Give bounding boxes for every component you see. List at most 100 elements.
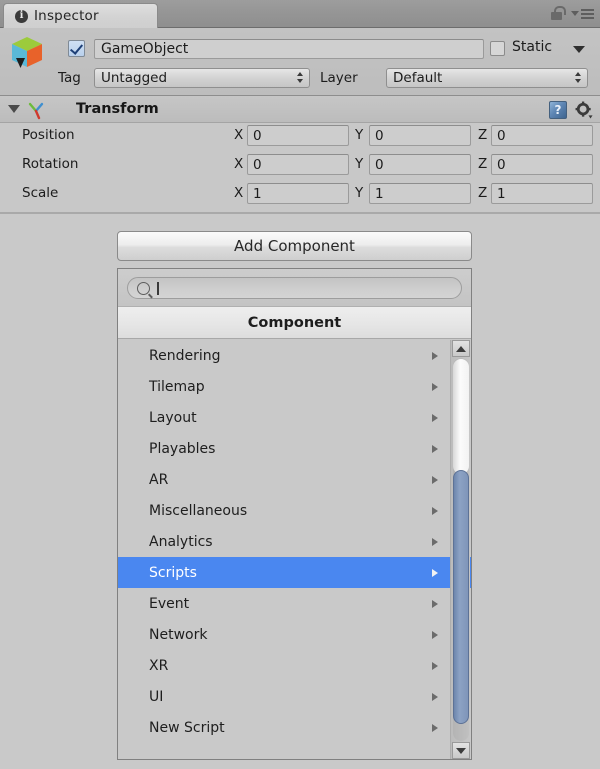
component-list-item[interactable]: Scripts <box>118 557 471 588</box>
submenu-arrow-icon <box>432 445 438 453</box>
rotation-y-input[interactable]: 0 <box>369 154 471 175</box>
search-bar <box>118 269 471 307</box>
tag-label: Tag <box>58 70 81 86</box>
inspector-window: i Inspector GameObject Static Tag Untagg… <box>0 0 600 769</box>
rotation-label: Rotation <box>22 156 79 172</box>
component-list-scrollbar[interactable] <box>450 340 470 759</box>
submenu-arrow-icon <box>432 476 438 484</box>
static-checkbox[interactable] <box>490 41 505 56</box>
axis-label-z: Z <box>478 185 488 201</box>
layer-label: Layer <box>320 70 358 86</box>
component-list-item[interactable]: Event <box>118 588 471 619</box>
gear-icon[interactable] <box>575 101 593 119</box>
component-list-item[interactable]: Rendering <box>118 340 471 371</box>
component-list-item-label: Scripts <box>149 564 197 581</box>
submenu-arrow-icon <box>432 662 438 670</box>
component-list-item-label: Rendering <box>149 347 221 364</box>
scale-y-input[interactable]: 1 <box>369 183 471 204</box>
position-y-input[interactable]: 0 <box>369 125 471 146</box>
component-list-item-label: New Script <box>149 719 225 736</box>
submenu-arrow-icon <box>432 414 438 422</box>
component-list-item[interactable]: Tilemap <box>118 371 471 402</box>
axis-label-x: X <box>234 185 244 201</box>
transform-component-header[interactable]: Transform ? <box>0 96 600 123</box>
scale-z-input[interactable]: 1 <box>491 183 593 204</box>
component-list-item-label: AR <box>149 471 169 488</box>
layer-dropdown[interactable]: Default <box>386 68 588 88</box>
submenu-arrow-icon <box>432 569 438 577</box>
transform-row-scale: Scale X 1 Y 1 Z 1 <box>0 181 600 208</box>
submenu-arrow-icon <box>432 352 438 360</box>
add-component-popup: Component Rendering Tilemap Layout Playable… <box>117 268 472 760</box>
help-book-icon[interactable]: ? <box>549 101 567 119</box>
transform-title: Transform <box>76 101 159 117</box>
info-icon: i <box>15 9 28 23</box>
scrollbar-track-upper[interactable] <box>453 359 469 474</box>
tag-value: Untagged <box>101 70 168 86</box>
transform-row-position: Position X 0 Y 0 Z 0 <box>0 123 600 150</box>
scroll-up-icon[interactable] <box>452 340 470 357</box>
rotation-z-input[interactable]: 0 <box>491 154 593 175</box>
axis-label-z: Z <box>478 156 488 172</box>
axis-label-y: Y <box>355 127 364 143</box>
search-input[interactable] <box>127 277 462 299</box>
component-list-item-label: Playables <box>149 440 216 457</box>
lock-open-icon[interactable] <box>551 6 566 21</box>
gameobject-enabled-checkbox[interactable] <box>68 40 85 57</box>
tag-dropdown[interactable]: Untagged <box>94 68 310 88</box>
tag-stepper-icon <box>297 72 303 83</box>
scroll-down-icon[interactable] <box>452 742 470 759</box>
gameobject-name-input[interactable]: GameObject <box>94 39 484 59</box>
transform-axis-icon <box>28 102 44 120</box>
axis-label-y: Y <box>355 156 364 172</box>
tab-inspector-label: Inspector <box>34 8 99 24</box>
layer-stepper-icon <box>575 72 581 83</box>
component-list-item[interactable]: AR <box>118 464 471 495</box>
component-list[interactable]: Rendering Tilemap Layout Playables AR Miscell… <box>118 340 471 759</box>
tab-bar-controls <box>551 6 594 21</box>
axis-label-y: Y <box>355 185 364 201</box>
component-list-item[interactable]: Network <box>118 619 471 650</box>
transform-row-rotation: Rotation X 0 Y 0 Z 0 <box>0 152 600 179</box>
component-list-item[interactable]: Playables <box>118 433 471 464</box>
position-label: Position <box>22 127 75 143</box>
component-list-item-label: XR <box>149 657 169 674</box>
component-list-item[interactable]: Miscellaneous <box>118 495 471 526</box>
submenu-arrow-icon <box>432 724 438 732</box>
submenu-arrow-icon <box>432 507 438 515</box>
axis-label-x: X <box>234 156 244 172</box>
component-list-item[interactable]: Analytics <box>118 526 471 557</box>
component-list-item-label: Layout <box>149 409 197 426</box>
gameobject-header: GameObject Static Tag Untagged Layer Def… <box>0 28 600 96</box>
axis-label-z: Z <box>478 127 488 143</box>
foldout-arrow-icon[interactable] <box>8 105 20 113</box>
position-z-input[interactable]: 0 <box>491 125 593 146</box>
component-list-item-label: UI <box>149 688 164 705</box>
tab-bar: i Inspector <box>0 0 600 28</box>
component-list-item-label: Miscellaneous <box>149 502 248 519</box>
scale-x-input[interactable]: 1 <box>247 183 349 204</box>
add-component-button[interactable]: Add Component <box>117 231 472 261</box>
submenu-arrow-icon <box>432 631 438 639</box>
axis-label-x: X <box>234 127 244 143</box>
submenu-arrow-icon <box>432 538 438 546</box>
gameobject-cube-icon <box>12 37 42 68</box>
scrollbar-thumb[interactable] <box>453 470 469 724</box>
text-cursor <box>157 281 159 295</box>
component-list-item-label: Network <box>149 626 208 643</box>
tab-inspector[interactable]: i Inspector <box>3 3 158 28</box>
submenu-arrow-icon <box>432 383 438 391</box>
submenu-arrow-icon <box>432 600 438 608</box>
hamburger-menu-icon[interactable] <box>571 8 594 19</box>
position-x-input[interactable]: 0 <box>247 125 349 146</box>
rotation-x-input[interactable]: 0 <box>247 154 349 175</box>
scale-label: Scale <box>22 185 59 201</box>
component-list-item-label: Event <box>149 595 190 612</box>
search-icon <box>137 281 150 295</box>
submenu-arrow-icon <box>432 693 438 701</box>
component-list-item[interactable]: Layout <box>118 402 471 433</box>
component-list-item[interactable]: New Script <box>118 712 471 743</box>
component-list-item[interactable]: UI <box>118 681 471 712</box>
component-list-item[interactable]: XR <box>118 650 471 681</box>
static-dropdown-caret-icon[interactable] <box>573 46 585 53</box>
